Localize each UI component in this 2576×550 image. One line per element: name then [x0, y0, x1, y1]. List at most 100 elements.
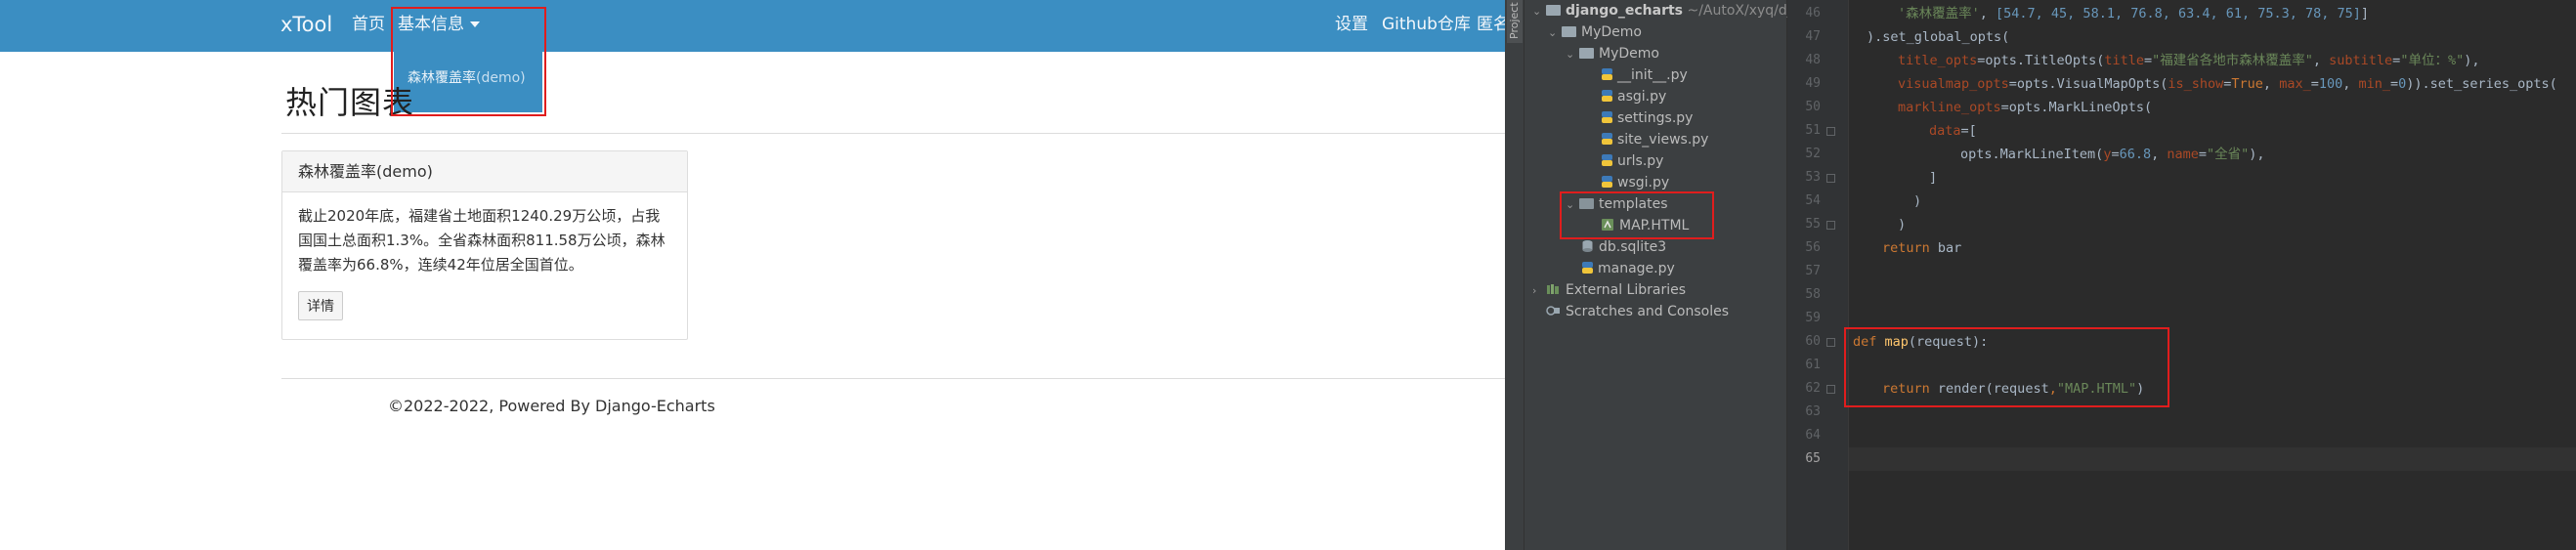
line-number-55: 55 — [1805, 217, 1821, 232]
code-line-51: data=[ — [1929, 123, 1977, 139]
code-line-52: opts.MarkLineItem(y=66.8, name="全省"), — [1960, 147, 2265, 162]
line-number-57: 57 — [1805, 264, 1821, 278]
tree-file-label: site_views.py — [1617, 132, 1709, 148]
line-number-49: 49 — [1805, 76, 1821, 91]
fold-marker-icon[interactable] — [1826, 174, 1835, 183]
tree-file-asgi[interactable]: asgi.py — [1601, 86, 1666, 107]
code-line-55: ) — [1898, 217, 1907, 233]
tree-external-label: External Libraries — [1566, 282, 1686, 298]
tree-folder-label: MyDemo — [1599, 46, 1659, 62]
folder-icon — [1562, 26, 1576, 37]
folder-icon — [1546, 5, 1561, 16]
code-line-46: '森林覆盖率', [54.7, 45, 58.1, 76.8, 63.4, 61… — [1898, 6, 2370, 21]
ide-window: Project ⌄ django_echarts ~/AutoX/xyq/dj ⌄… — [1505, 0, 2576, 550]
python-file-icon — [1582, 262, 1593, 274]
tree-file-site-views[interactable]: site_views.py — [1601, 129, 1708, 150]
chevron-down-icon[interactable]: ⌄ — [1566, 44, 1579, 65]
line-number-62: 62 — [1805, 381, 1821, 396]
chart-card: 森林覆盖率(demo) 截止2020年底，福建省土地面积1240.29万公顷，占… — [281, 150, 688, 340]
tree-file-label: __init__.py — [1617, 67, 1688, 83]
python-file-icon — [1602, 111, 1612, 123]
tree-file-label: asgi.py — [1617, 89, 1667, 105]
tree-folder-mydemo-inner[interactable]: ⌄ MyDemo — [1566, 43, 1659, 64]
line-number-54: 54 — [1805, 193, 1821, 208]
python-file-icon — [1602, 154, 1612, 166]
tree-file-wsgi[interactable]: wsgi.py — [1601, 172, 1669, 193]
code-highlight-box — [1844, 327, 2169, 407]
python-file-icon — [1602, 176, 1612, 188]
tree-file-label: urls.py — [1617, 153, 1664, 169]
tree-scratches[interactable]: Scratches and Consoles — [1546, 301, 1729, 322]
code-line-47: ).set_global_opts( — [1867, 29, 2010, 45]
tree-file-init[interactable]: __init__.py — [1601, 64, 1688, 86]
chevron-down-icon[interactable]: ⌄ — [1548, 22, 1562, 44]
python-file-icon — [1602, 90, 1612, 102]
line-number-50: 50 — [1805, 100, 1821, 114]
line-number-48: 48 — [1805, 53, 1821, 67]
nav-settings-link[interactable]: 设置 — [1335, 0, 1368, 52]
nav-home-link[interactable]: 首页 — [352, 0, 385, 52]
brand-link[interactable]: xTool — [280, 0, 332, 52]
tree-folder-mydemo-outer[interactable]: ⌄ MyDemo — [1548, 21, 1642, 43]
line-number-64: 64 — [1805, 428, 1821, 443]
fold-marker-icon[interactable] — [1826, 338, 1835, 347]
python-file-icon — [1602, 68, 1612, 80]
tree-root-django-echarts[interactable]: ⌄ django_echarts ~/AutoX/xyq/dj — [1532, 0, 1791, 21]
tree-file-label: db.sqlite3 — [1599, 239, 1667, 255]
nav-more-link[interactable]: 匿名 — [1477, 0, 1505, 52]
code-line-56: return bar — [1882, 240, 1962, 256]
database-file-icon — [1582, 240, 1593, 252]
fold-marker-icon[interactable] — [1826, 385, 1835, 394]
chart-card-description: 截止2020年底，福建省土地面积1240.29万公顷，占我国国土总面积1.3%。… — [298, 207, 665, 274]
tree-scratches-label: Scratches and Consoles — [1566, 304, 1729, 319]
tree-file-db[interactable]: db.sqlite3 — [1581, 236, 1666, 258]
footer-text: ©2022-2022, Powered By Django-Echarts — [388, 397, 715, 415]
code-line-50: markline_opts=opts.MarkLineOpts( — [1898, 100, 2153, 115]
code-line-48: title_opts=opts.TitleOpts(title="福建省各地市森… — [1898, 53, 2480, 68]
tree-file-label: wsgi.py — [1617, 175, 1670, 190]
line-number-52: 52 — [1805, 147, 1821, 161]
tree-file-label: settings.py — [1617, 110, 1694, 126]
footer-divider — [281, 378, 1505, 379]
dropdown-highlight-box — [391, 7, 546, 116]
editor-gutter: 46 47 48 49 50 51 52 53 54 55 56 57 58 59 60 61 62 63 64 65 — [1787, 0, 1849, 550]
code-editor[interactable]: '森林覆盖率', [54.7, 45, 58.1, 76.8, 63.4, 61… — [1849, 0, 2576, 550]
line-number-53: 53 — [1805, 170, 1821, 185]
line-number-47: 47 — [1805, 29, 1821, 44]
line-number-61: 61 — [1805, 358, 1821, 372]
tree-file-settings[interactable]: settings.py — [1601, 107, 1693, 129]
line-number-58: 58 — [1805, 287, 1821, 302]
line-number-65: 65 — [1805, 451, 1821, 466]
project-tool-tab-label: Project — [1508, 2, 1521, 39]
fold-marker-icon[interactable] — [1826, 127, 1835, 136]
chevron-right-icon[interactable]: › — [1532, 280, 1546, 302]
fold-marker-icon[interactable] — [1826, 221, 1835, 230]
title-divider — [281, 133, 1505, 134]
templates-highlight-box — [1560, 191, 1714, 239]
code-line-53: ] — [1929, 170, 1938, 186]
current-line-highlight — [1849, 447, 2576, 471]
line-number-56: 56 — [1805, 240, 1821, 255]
project-tree: ⌄ django_echarts ~/AutoX/xyq/dj ⌄ MyDemo ⌄… — [1524, 0, 1791, 550]
tree-file-urls[interactable]: urls.py — [1601, 150, 1663, 172]
library-icon — [1547, 284, 1559, 294]
tree-folder-label: MyDemo — [1581, 24, 1642, 40]
tree-external-libraries[interactable]: › External Libraries — [1532, 279, 1686, 301]
line-number-51: 51 — [1805, 123, 1821, 138]
code-line-54: ) — [1913, 193, 1922, 209]
tree-root-label: django_echarts — [1566, 3, 1684, 19]
tree-file-manage[interactable]: manage.py — [1581, 258, 1675, 279]
tree-file-label: manage.py — [1598, 261, 1675, 276]
detail-button[interactable]: 详情 — [298, 291, 343, 320]
nav-github-link[interactable]: Github仓库 — [1382, 0, 1471, 52]
navbar: xTool 首页 基本信息 设置 Github仓库 匿名 — [0, 0, 1505, 52]
tree-root-path: ~/AutoX/xyq/dj — [1687, 3, 1791, 19]
line-number-46: 46 — [1805, 6, 1821, 21]
python-file-icon — [1602, 133, 1612, 145]
web-page: xTool 首页 基本信息 设置 Github仓库 匿名 森林覆盖率(demo)… — [0, 0, 1505, 550]
code-line-49: visualmap_opts=opts.VisualMapOpts(is_sho… — [1898, 76, 2557, 92]
line-number-63: 63 — [1805, 404, 1821, 419]
line-number-60: 60 — [1805, 334, 1821, 349]
chevron-down-icon[interactable]: ⌄ — [1532, 1, 1546, 22]
chart-card-heading: 森林覆盖率(demo) — [282, 151, 687, 192]
